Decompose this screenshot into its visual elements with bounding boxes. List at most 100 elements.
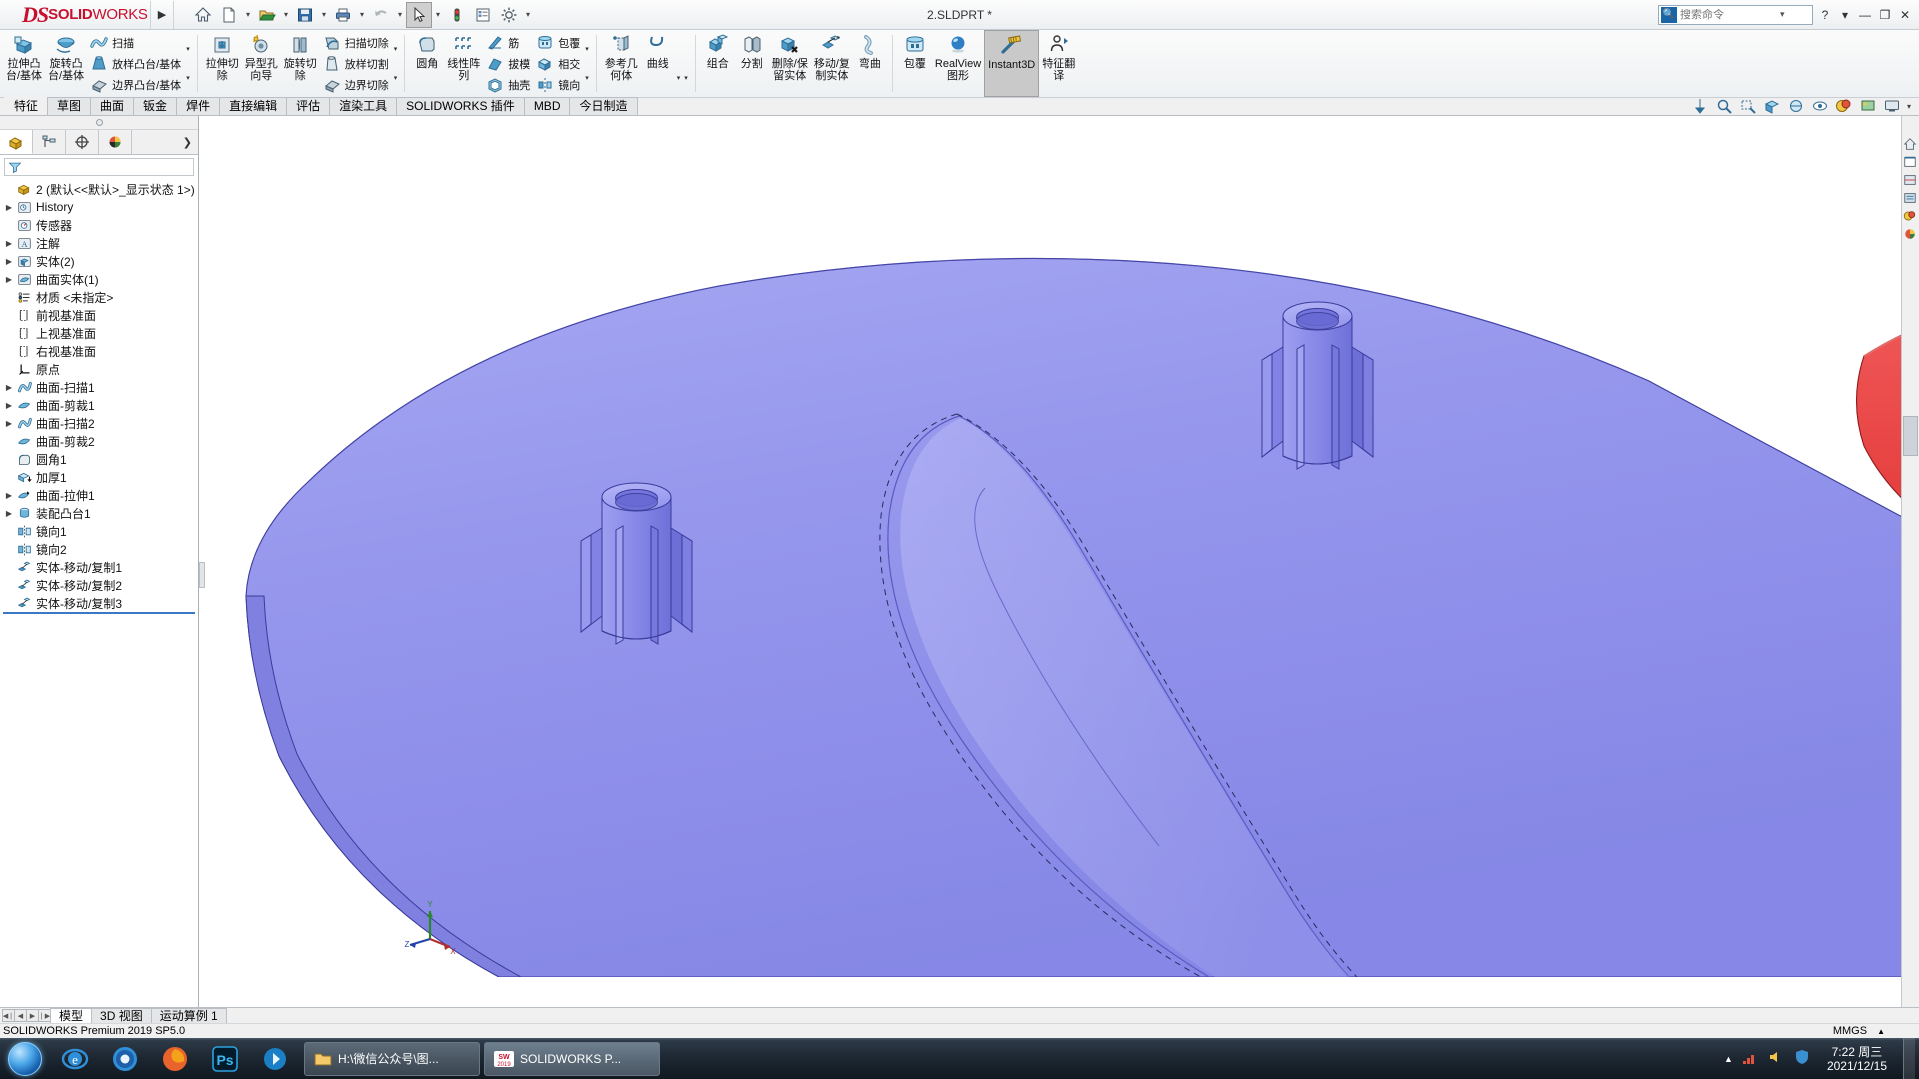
tab-render-tools[interactable]: 渲染工具 — [329, 97, 398, 115]
tree-assembly-boss1[interactable]: ▶ 装配凸台1 — [0, 504, 198, 522]
feature-tree-filter[interactable] — [4, 158, 194, 176]
taskbar-chrome-icon[interactable] — [100, 1039, 150, 1078]
new-document-button[interactable] — [216, 2, 242, 28]
print-button[interactable] — [330, 2, 356, 28]
tree-surface-sweep1[interactable]: ▶ 曲面-扫描1 — [0, 378, 198, 396]
tree-thicken1[interactable]: 加厚1 — [0, 468, 198, 486]
feature-tree-filter-input[interactable] — [25, 161, 193, 173]
save-caret[interactable]: ▾ — [318, 2, 330, 28]
flex-button[interactable]: 弯曲 — [853, 30, 887, 97]
features-caret-1[interactable]: ▾ — [585, 45, 589, 53]
tree-history[interactable]: ▶ History — [0, 198, 198, 216]
settings-button[interactable] — [496, 2, 522, 28]
taskbar-photoshop-icon[interactable]: Ps — [200, 1039, 250, 1078]
tab-surfaces[interactable]: 曲面 — [90, 97, 135, 115]
print-caret[interactable]: ▾ — [356, 2, 368, 28]
apply-scene-icon[interactable] — [1859, 97, 1877, 115]
tree-surface-trim1[interactable]: ▶ 曲面-剪裁1 — [0, 396, 198, 414]
view-scene-icon[interactable] — [1903, 226, 1918, 241]
tree-toggle[interactable]: ▶ — [2, 509, 16, 518]
split-button[interactable]: 分割 — [735, 30, 769, 97]
extruded-cut-button[interactable]: 拉伸切 除 — [203, 30, 242, 97]
view-toolbar-caret[interactable]: ▾ — [1907, 102, 1911, 111]
revolved-cut-button[interactable]: 旋转切 除 — [281, 30, 320, 97]
tree-toggle[interactable]: ▶ — [2, 401, 16, 410]
home-button[interactable] — [190, 2, 216, 28]
tree-toggle[interactable]: ▶ — [2, 383, 16, 392]
menu-expand-arrow[interactable]: ▶ — [151, 8, 173, 21]
tree-body-move-copy3[interactable]: 实体-移动/复制3 — [0, 594, 198, 612]
lofted-boss-base-button[interactable]: 放样凸台/基体 — [87, 53, 184, 74]
curve-caret[interactable]: ▾ — [684, 74, 688, 82]
boundary-cut-button[interactable]: 边界切除 — [320, 74, 392, 95]
delete-keep-body-button[interactable]: 删除/保 留实体 — [769, 30, 811, 97]
help-caret[interactable]: ▾ — [1837, 8, 1853, 22]
tree-surface-trim2[interactable]: 曲面-剪裁2 — [0, 432, 198, 450]
save-button[interactable] — [292, 2, 318, 28]
tree-annotations[interactable]: ▶ A 注解 — [0, 234, 198, 252]
taskbar-firefox-icon[interactable] — [150, 1039, 200, 1078]
btab-3dviews[interactable]: 3D 视图 — [91, 1008, 152, 1023]
tree-material[interactable]: 材质 <未指定> — [0, 288, 198, 306]
view-section-icon[interactable] — [1903, 172, 1918, 187]
view-appearance-icon[interactable] — [1903, 208, 1918, 223]
search-dropdown-caret[interactable]: ▾ — [1780, 9, 1785, 20]
rebuild-button[interactable] — [444, 2, 470, 28]
vertical-scrollbar-thumb[interactable] — [1903, 416, 1918, 456]
swept-cut-button[interactable]: 扫描切除 — [320, 32, 392, 53]
tab-today-manufacturing[interactable]: 今日制造 — [569, 97, 638, 115]
reference-geometry-button[interactable]: 参考几 何体 — [602, 30, 641, 97]
close-button[interactable]: ✕ — [1897, 8, 1913, 22]
tab-evaluate[interactable]: 评估 — [286, 97, 331, 115]
new-document-caret[interactable]: ▾ — [242, 2, 254, 28]
zoom-area-icon[interactable] — [1739, 97, 1757, 115]
zoom-to-fit-icon[interactable] — [1715, 97, 1733, 115]
fm-tab-feature-tree[interactable] — [0, 130, 33, 154]
3d-model-view[interactable] — [199, 116, 1919, 977]
extruded-boss-base-button[interactable]: 拉伸凸 台/基体 — [3, 30, 45, 97]
taskbar-ie-icon[interactable]: e — [50, 1039, 100, 1078]
graphics-area[interactable]: Y X Z — [199, 116, 1919, 1007]
tree-top-plane[interactable]: 上视基准面 — [0, 324, 198, 342]
tree-surface-extrude1[interactable]: ▶ 曲面-拉伸1 — [0, 486, 198, 504]
feature-manager-expand-arrow[interactable]: ❯ — [183, 136, 198, 149]
tray-network-icon[interactable] — [1741, 1049, 1759, 1068]
view-settings-icon[interactable] — [1883, 97, 1901, 115]
btab-motion-study[interactable]: 运动算例 1 — [150, 1008, 227, 1023]
settings-caret[interactable]: ▾ — [522, 2, 534, 28]
taskbar-clock[interactable]: 7:22 周三 2021/12/15 — [1819, 1045, 1895, 1073]
fm-tab-configuration-manager[interactable] — [66, 130, 99, 154]
tab-weldments[interactable]: 焊件 — [176, 97, 221, 115]
swept-boss-base-button[interactable]: 扫描 — [87, 32, 184, 53]
linear-pattern-button[interactable]: 线性阵 列 — [444, 30, 483, 97]
wrap2-button[interactable]: 包覆 — [898, 30, 932, 97]
maximize-button[interactable]: ❐ — [1877, 8, 1893, 22]
features-caret-2[interactable]: ▾ — [585, 74, 589, 82]
tray-security-icon[interactable] — [1793, 1049, 1811, 1068]
tree-root[interactable]: 2 (默认<<默认>_显示状态 1>) — [0, 180, 198, 198]
tree-solid-bodies[interactable]: ▶ 实体(2) — [0, 252, 198, 270]
tree-mirror2[interactable]: 镜向2 — [0, 540, 198, 558]
undo-caret[interactable]: ▾ — [394, 2, 406, 28]
view-home-icon[interactable] — [1903, 136, 1918, 151]
view-orientation-icon[interactable] — [1763, 97, 1781, 115]
fillet-button[interactable]: 圆角 — [410, 30, 444, 97]
revolved-boss-base-button[interactable]: 旋转凸 台/基体 — [45, 30, 87, 97]
combine-button[interactable]: 组合 — [701, 30, 735, 97]
tray-volume-icon[interactable] — [1767, 1049, 1785, 1068]
move-copy-body-button[interactable]: 移动/复 制实体 — [811, 30, 853, 97]
search-command-box[interactable]: 🔍 ▾ — [1658, 4, 1813, 25]
feature-manager-pin[interactable] — [0, 116, 198, 130]
tab-features[interactable]: 特征 — [4, 97, 49, 115]
minimize-button[interactable]: — — [1857, 8, 1873, 22]
taskbar-media-icon[interactable] — [250, 1039, 300, 1078]
view-previous-icon[interactable] — [1903, 154, 1918, 169]
reference-caret[interactable]: ▾ — [677, 74, 681, 82]
wrap-button[interactable]: 包覆 — [533, 32, 583, 53]
feature-translate-button[interactable]: 特征翻 译 — [1039, 30, 1078, 97]
btab-model[interactable]: 模型 — [50, 1008, 93, 1023]
edit-appearance-icon[interactable] — [1835, 97, 1853, 115]
tree-toggle[interactable]: ▶ — [2, 239, 16, 248]
tree-front-plane[interactable]: 前视基准面 — [0, 306, 198, 324]
lofted-cut-button[interactable]: 放样切割 — [320, 53, 392, 74]
